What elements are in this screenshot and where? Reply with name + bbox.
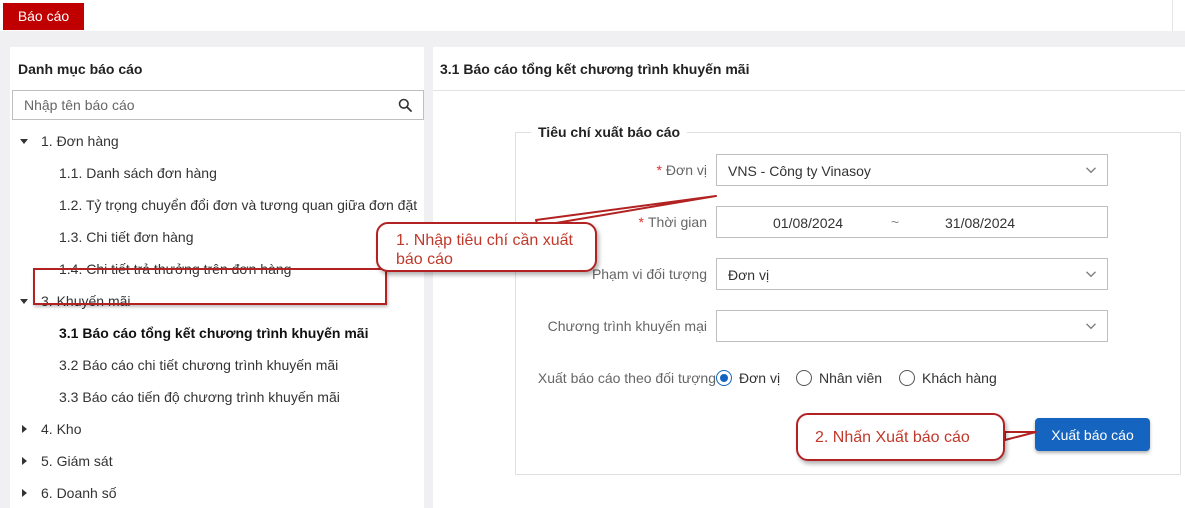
time-range-picker[interactable]: 01/08/2024 ~ 31/08/2024	[716, 206, 1108, 238]
time-label: * Thời gian	[638, 214, 707, 230]
date-separator: ~	[891, 214, 900, 230]
tree-item-kho[interactable]: 4. Kho	[10, 413, 430, 445]
export-by-label: Xuất báo cáo theo đối tượng	[537, 370, 716, 386]
date-to[interactable]: 31/08/2024	[945, 215, 1015, 231]
unit-label: * Đơn vị	[656, 162, 707, 178]
date-from[interactable]: 01/08/2024	[773, 215, 843, 231]
callout-step-2-text: 2. Nhấn Xuất báo cáo	[815, 429, 970, 446]
top-tab-bar: Báo cáo	[0, 0, 1185, 31]
required-marker: *	[656, 162, 662, 178]
scope-select-value: Đơn vị	[728, 267, 770, 283]
report-title: 3.1 Báo cáo tổng kết chương trình khuyến…	[440, 61, 750, 77]
radio-khach-hang[interactable]: Khách hàng	[899, 369, 1009, 387]
criteria-title: Tiêu chí xuất báo cáo	[531, 124, 688, 140]
radio-label: Khách hàng	[922, 370, 997, 386]
tree-item-label: 3.1 Báo cáo tổng kết chương trình khuyến…	[59, 325, 369, 341]
report-header: 3.1 Báo cáo tổng kết chương trình khuyến…	[433, 47, 1185, 91]
report-category-title: Danh mục báo cáo	[18, 61, 143, 77]
chevron-down-icon	[1086, 323, 1096, 330]
selected-item-highlight	[33, 268, 387, 305]
unit-select-value: VNS - Công ty Vinasoy	[728, 163, 871, 179]
search-icon[interactable]	[398, 98, 412, 112]
caret-right-icon[interactable]	[22, 425, 27, 433]
caret-down-icon[interactable]	[20, 139, 28, 144]
tree-item-label: 1.2. Tỷ trọng chuyển đổi đơn và tương qu…	[59, 197, 418, 213]
tree-item-label: 6. Doanh số	[41, 485, 117, 501]
tree-item-bao-cao-tong-ket-ctkm[interactable]: 3.1 Báo cáo tổng kết chương trình khuyến…	[10, 317, 430, 349]
report-search-box[interactable]	[12, 90, 424, 120]
caret-right-icon[interactable]	[22, 457, 27, 465]
tree-item-label: 3.3 Báo cáo tiến độ chương trình khuyến …	[59, 389, 340, 405]
unit-select[interactable]: VNS - Công ty Vinasoy	[716, 154, 1108, 186]
radio-unchecked-icon[interactable]	[796, 370, 812, 386]
chevron-down-icon	[1086, 167, 1096, 174]
divider	[1172, 0, 1173, 31]
scope-select[interactable]: Đơn vị	[716, 258, 1108, 290]
radio-checked-icon[interactable]	[716, 370, 732, 386]
callout-step-1-line-1: 1. Nhập tiêu chí cần xuất	[396, 232, 573, 249]
tree-item-chi-tiet-don-hang[interactable]: 1.3. Chi tiết đơn hàng	[10, 221, 430, 253]
report-search-input[interactable]	[13, 91, 423, 119]
tree-item-label: 5. Giám sát	[41, 453, 113, 469]
tab-bao-cao[interactable]: Báo cáo	[3, 3, 84, 30]
tree-item-bao-cao-tien-do-ctkm[interactable]: 3.3 Báo cáo tiến độ chương trình khuyến …	[10, 381, 430, 413]
tree-item-danh-sach-don-hang[interactable]: 1.1. Danh sách đơn hàng	[10, 157, 430, 189]
radio-unchecked-icon[interactable]	[899, 370, 915, 386]
radio-label: Đơn vị	[739, 370, 781, 386]
tree-item-bao-cao-chi-tiet-ctkm[interactable]: 3.2 Báo cáo chi tiết chương trình khuyến…	[10, 349, 430, 381]
tree-item-doanh-so[interactable]: 6. Doanh số	[10, 477, 430, 508]
tree-item-ty-trong-chuyen-doi[interactable]: 1.2. Tỷ trọng chuyển đổi đơn và tương qu…	[10, 189, 430, 221]
scope-label: Phạm vi đối tượng	[591, 266, 707, 282]
tree-item-label: 3.2 Báo cáo chi tiết chương trình khuyến…	[59, 357, 339, 373]
required-marker: *	[638, 214, 644, 230]
radio-label: Nhân viên	[819, 370, 883, 386]
tree-item-don-hang[interactable]: 1. Đơn hàng	[10, 125, 430, 157]
caret-down-icon[interactable]	[20, 299, 28, 304]
chevron-down-icon	[1086, 271, 1096, 278]
program-select[interactable]	[716, 310, 1108, 342]
tree-item-label: 4. Kho	[41, 421, 82, 437]
radio-don-vi[interactable]: Đơn vị	[716, 369, 786, 387]
tree-item-giam-sat[interactable]: 5. Giám sát	[10, 445, 430, 477]
tree-item-label: 1.3. Chi tiết đơn hàng	[59, 229, 194, 245]
tree-item-label: 1.1. Danh sách đơn hàng	[59, 165, 217, 181]
tree-item-label: 1. Đơn hàng	[41, 133, 119, 149]
export-report-button[interactable]: Xuất báo cáo	[1035, 418, 1150, 451]
callout-step-1: 1. Nhập tiêu chí cần xuất báo cáo	[376, 222, 597, 272]
caret-right-icon[interactable]	[22, 489, 27, 497]
callout-step-1-line-2: báo cáo	[396, 251, 453, 268]
callout-step-2: 2. Nhấn Xuất báo cáo	[796, 413, 1005, 461]
program-label: Chương trình khuyến mại	[547, 318, 707, 334]
radio-nhan-vien[interactable]: Nhân viên	[796, 369, 891, 387]
